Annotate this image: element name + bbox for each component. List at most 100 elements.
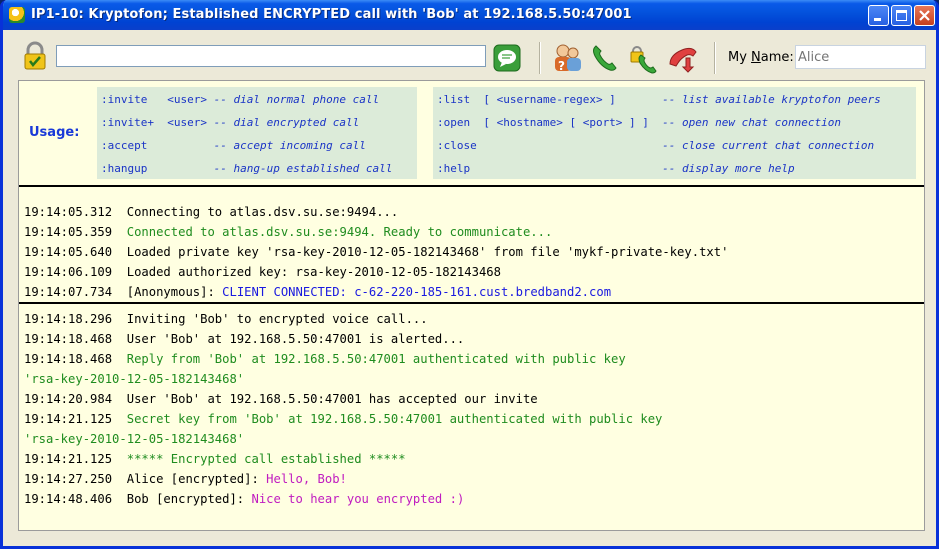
usage-label: Usage: — [29, 125, 80, 140]
log-line: 19:14:07.734 [Anonymous]: CLIENT CONNECT… — [24, 282, 728, 302]
hangup-icon[interactable] — [666, 42, 698, 74]
log-message: Loaded authorized key: rsa-key-2010-12-0… — [126, 265, 501, 279]
log-message: Secret key from 'Bob' at 192.168.5.50:47… — [126, 412, 663, 426]
usage-description: -- dial encrypted call — [213, 116, 360, 129]
lock-icon[interactable] — [22, 41, 48, 71]
usage-row: :invite+ <user> -- dial encrypted call — [101, 116, 359, 129]
log-timestamp: 19:14:18.296 — [24, 312, 113, 326]
log-timestamp: 19:14:18.468 — [24, 352, 113, 366]
usage-description: -- open new chat connection — [662, 116, 841, 129]
my-name-label-suffix: ame: — [760, 50, 794, 65]
usage-row: :invite <user> -- dial normal phone call — [101, 93, 379, 106]
log-line: 19:14:18.468 Reply from 'Bob' at 192.168… — [24, 349, 662, 369]
log-message: User 'Bob' at 192.168.5.50:47001 has acc… — [126, 392, 538, 406]
log-timestamp: 19:14:05.640 — [24, 245, 113, 259]
usage-command: :help — [437, 162, 656, 175]
phone-call-icon[interactable] — [590, 42, 620, 72]
log-timestamp: 19:14:05.312 — [24, 205, 113, 219]
log-timestamp: 19:14:20.984 — [24, 392, 113, 406]
log-line: 19:14:27.250 Alice [encrypted]: Hello, B… — [24, 469, 662, 489]
log-line: 'rsa-key-2010-12-05-182143468' — [24, 369, 662, 389]
section-divider — [19, 185, 924, 187]
usage-row: :close -- close current chat connection — [437, 139, 874, 152]
toolbar-separator — [539, 42, 541, 74]
svg-text:?: ? — [558, 59, 565, 73]
usage-command: :close — [437, 139, 656, 152]
close-button[interactable] — [914, 5, 935, 26]
log-timestamp: 19:14:27.250 — [24, 472, 113, 486]
log-line: 19:14:21.125 Secret key from 'Bob' at 19… — [24, 409, 662, 429]
log-message: Connected to atlas.dsv.su.se:9494. Ready… — [126, 225, 553, 239]
usage-description: -- display more help — [662, 162, 795, 175]
log-timestamp: 19:14:21.125 — [24, 412, 113, 426]
log-message: Inviting 'Bob' to encrypted voice call..… — [126, 312, 428, 326]
app-window: IP1-10: Kryptofon; Established ENCRYPTED… — [0, 0, 939, 549]
log-section-call: 19:14:18.296 Inviting 'Bob' to encrypted… — [24, 309, 662, 509]
log-timestamp: 19:14:07.734 — [24, 285, 113, 299]
log-line: 19:14:05.359 Connected to atlas.dsv.su.s… — [24, 222, 728, 242]
command-input[interactable] — [56, 45, 486, 67]
my-name-label: My Name: — [728, 50, 794, 65]
usage-description: -- dial normal phone call — [213, 93, 380, 106]
title-bar[interactable]: IP1-10: Kryptofon; Established ENCRYPTED… — [3, 0, 936, 30]
my-name-input[interactable] — [795, 45, 926, 69]
log-line: 19:14:06.109 Loaded authorized key: rsa-… — [24, 262, 728, 282]
chat-panel[interactable]: Usage: :invite <user> -- dial normal pho… — [18, 80, 925, 531]
maximize-button[interactable] — [891, 5, 912, 26]
log-message: User 'Bob' at 192.168.5.50:47001 is aler… — [126, 332, 465, 346]
section-divider — [19, 302, 924, 304]
encrypted-call-icon[interactable] — [628, 42, 660, 74]
usage-command: :accept — [101, 139, 207, 152]
usage-command: :open [ <hostname> [ <port> ] ] — [437, 116, 656, 129]
log-line: 19:14:20.984 User 'Bob' at 192.168.5.50:… — [24, 389, 662, 409]
usage-description: -- accept incoming call — [213, 139, 366, 152]
window-title: IP1-10: Kryptofon; Established ENCRYPTED… — [31, 7, 632, 22]
log-message: Connecting to atlas.dsv.su.se:9494... — [126, 205, 399, 219]
maximize-icon — [896, 10, 907, 21]
usage-command: :invite <user> — [101, 93, 207, 106]
log-message: ***** Encrypted call established ***** — [126, 452, 406, 466]
usage-command: :hangup — [101, 162, 207, 175]
usage-box-call-commands: :invite <user> -- dial normal phone call… — [97, 87, 417, 179]
usage-description: -- close current chat connection — [662, 139, 875, 152]
log-timestamp: 19:14:06.109 — [24, 265, 113, 279]
my-name-label-prefix: My — [728, 50, 752, 65]
usage-row: :accept -- accept incoming call — [101, 139, 366, 152]
log-line: 19:14:05.312 Connecting to atlas.dsv.su.… — [24, 202, 728, 222]
log-line: 19:14:48.406 Bob [encrypted]: Nice to he… — [24, 489, 662, 509]
app-icon — [9, 7, 25, 23]
log-timestamp: 19:14:48.406 — [24, 492, 113, 506]
my-name-label-mnemonic: N — [751, 50, 761, 65]
minimize-icon — [874, 18, 881, 21]
log-message: Nice to hear you encrypted :) — [251, 492, 465, 506]
log-message: 'rsa-key-2010-12-05-182143468' — [24, 372, 245, 386]
log-line: 19:14:21.125 ***** Encrypted call establ… — [24, 449, 662, 469]
help-contacts-icon[interactable]: ? — [552, 42, 584, 74]
log-line: 'rsa-key-2010-12-05-182143468' — [24, 429, 662, 449]
usage-row: :help -- display more help — [437, 162, 795, 175]
log-sender: Bob [encrypted]: — [126, 492, 252, 506]
usage-description: -- list available kryptofon peers — [662, 93, 881, 106]
usage-description: -- hang-up established call — [213, 162, 393, 175]
log-sender: [Anonymous]: — [126, 285, 223, 299]
log-message: Reply from 'Bob' at 192.168.5.50:47001 a… — [126, 352, 626, 366]
close-icon — [919, 10, 930, 21]
usage-row: :hangup -- hang-up established call — [101, 162, 392, 175]
usage-box-chat-commands: :list [ <username-regex> ] -- list avail… — [433, 87, 916, 179]
log-line: 19:14:18.296 Inviting 'Bob' to encrypted… — [24, 309, 662, 329]
log-message: 'rsa-key-2010-12-05-182143468' — [24, 432, 245, 446]
chat-bubble-icon[interactable] — [493, 43, 521, 73]
log-message: Loaded private key 'rsa-key-2010-12-05-1… — [126, 245, 729, 259]
log-timestamp: 19:14:05.359 — [24, 225, 113, 239]
usage-panel: Usage: :invite <user> -- dial normal pho… — [19, 81, 924, 185]
log-line: 19:14:05.640 Loaded private key 'rsa-key… — [24, 242, 728, 262]
log-section-connection: 19:14:05.312 Connecting to atlas.dsv.su.… — [24, 202, 728, 302]
minimize-button[interactable] — [868, 5, 889, 26]
usage-command: :list [ <username-regex> ] — [437, 93, 656, 106]
log-sender: Alice [encrypted]: — [126, 472, 267, 486]
log-message: Hello, Bob! — [266, 472, 347, 486]
usage-row: :open [ <hostname> [ <port> ] ] -- open … — [437, 116, 841, 129]
log-timestamp: 19:14:21.125 — [24, 452, 113, 466]
log-line: 19:14:18.468 User 'Bob' at 192.168.5.50:… — [24, 329, 662, 349]
log-timestamp: 19:14:18.468 — [24, 332, 113, 346]
